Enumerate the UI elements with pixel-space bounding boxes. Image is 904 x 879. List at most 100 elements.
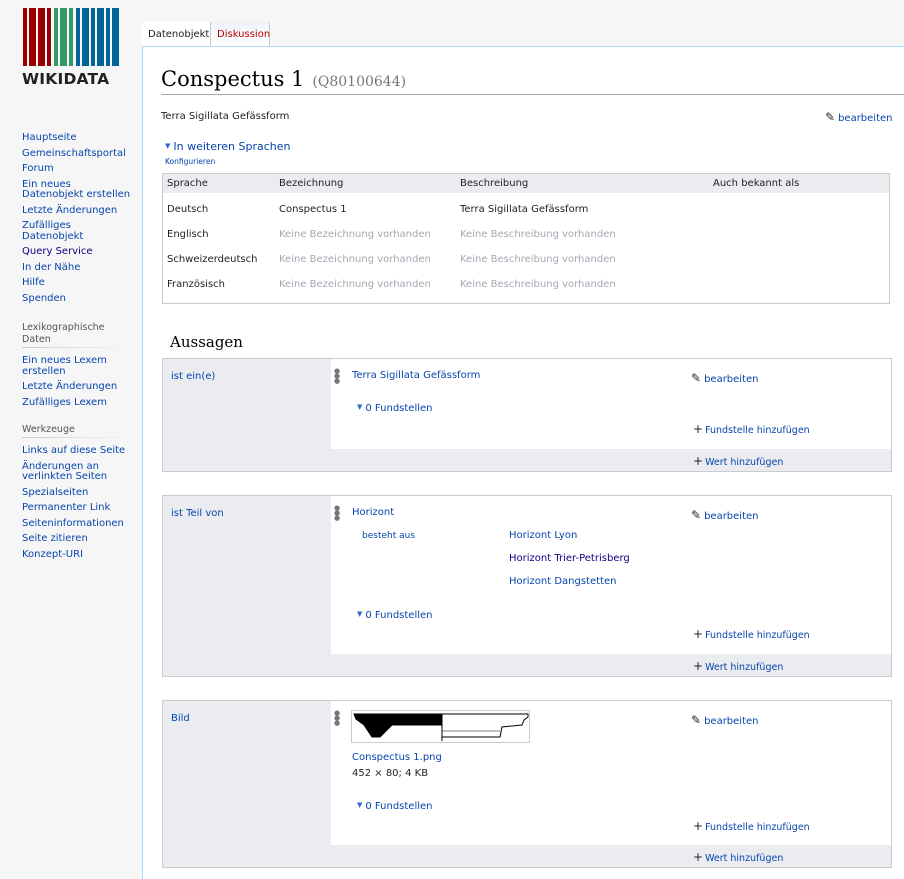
header-description: Beschreibung — [460, 178, 529, 189]
plus-icon: + — [693, 819, 704, 833]
logo-bar — [60, 8, 67, 66]
main-navigation: Hauptseite Gemeinschaftsportal Forum Ein… — [22, 132, 132, 309]
caret-down-icon: ▼ — [357, 801, 363, 809]
language-name: Französisch — [167, 279, 226, 290]
language-label: Keine Bezeichnung vorhanden — [279, 279, 431, 290]
property-instance-of[interactable]: ist ein(e) — [171, 371, 215, 382]
image-file-meta: 452 × 80; 4 KB — [352, 768, 429, 779]
nav-cite-page[interactable]: Seite zitieren — [22, 533, 132, 545]
rank-selector-icon[interactable]: ● ● ● — [333, 710, 341, 727]
wikidata-logo[interactable]: WIKIDATA — [22, 8, 120, 90]
nav-random-item[interactable]: Zufälliges Datenobjekt — [22, 220, 132, 242]
logo-bar — [38, 8, 45, 66]
sidebar: WIKIDATA Hauptseite Gemeinschaftsportal … — [0, 0, 142, 879]
language-description: Keine Beschreibung vorhanden — [460, 279, 616, 290]
image-thumbnail[interactable] — [351, 710, 530, 743]
edit-statement-button[interactable]: ✎ bearbeiten — [691, 371, 759, 385]
nav-query-service[interactable]: Query Service — [22, 246, 132, 258]
add-value-button[interactable]: + Wert hinzufügen — [693, 454, 783, 468]
nav-related-changes[interactable]: Änderungen an verlinkten Seiten — [22, 461, 132, 483]
nav-community-portal[interactable]: Gemeinschaftsportal — [22, 148, 132, 160]
references-toggle[interactable]: ▼ 0 Fundstellen — [357, 610, 433, 621]
vessel-profile-drawing — [353, 713, 529, 741]
language-name: Englisch — [167, 229, 209, 240]
qualifier-value[interactable]: Horizont Lyon — [509, 530, 577, 541]
nav-permanent-link[interactable]: Permanenter Link — [22, 502, 132, 514]
logo-bar — [91, 8, 95, 66]
references-label: 0 Fundstellen — [365, 610, 433, 621]
rank-selector-icon[interactable]: ● ● ● — [333, 368, 341, 385]
statement-value[interactable]: Terra Sigillata Gefässform — [352, 370, 480, 381]
rank-selector-icon[interactable]: ● ● ● — [333, 505, 341, 522]
caret-down-icon: ▼ — [165, 142, 171, 150]
language-label: Keine Bezeichnung vorhanden — [279, 229, 431, 240]
qualifier-value[interactable]: Horizont Trier-Petrisberg — [509, 553, 630, 564]
logo-bar — [54, 8, 58, 66]
pencil-icon: ✎ — [825, 110, 836, 124]
logo-wordmark: WIKIDATA — [22, 70, 110, 88]
property-image[interactable]: Bild — [171, 713, 190, 724]
add-reference-button[interactable]: + Fundstelle hinzufügen — [693, 422, 810, 436]
edit-label: bearbeiten — [704, 716, 759, 727]
header-aliases: Auch bekannt als — [713, 178, 800, 189]
language-description: Keine Beschreibung vorhanden — [460, 254, 616, 265]
nav-random-lexeme[interactable]: Zufälliges Lexem — [22, 397, 132, 409]
caret-down-icon: ▼ — [357, 403, 363, 411]
add-value-label: Wert hinzufügen — [705, 853, 784, 864]
statement-instance-of: ist ein(e) ● ● ● Terra Sigillata Gefässfor… — [162, 358, 892, 472]
statement-body: ● ● ● Terra Sigillata Gefässform ✎ bearbeit… — [331, 359, 891, 449]
nav-create-item[interactable]: Ein neues Datenobjekt erstellen — [22, 179, 132, 201]
nav-page-information[interactable]: Seiteninformationen — [22, 518, 132, 530]
language-name: Deutsch — [167, 204, 209, 215]
add-reference-label: Fundstelle hinzufügen — [705, 425, 810, 436]
references-label: 0 Fundstellen — [365, 403, 433, 414]
nav-forum[interactable]: Forum — [22, 163, 132, 175]
references-toggle[interactable]: ▼ 0 Fundstellen — [357, 801, 433, 812]
edit-label: bearbeiten — [704, 374, 759, 385]
nav-what-links-here[interactable]: Links auf diese Seite — [22, 445, 132, 457]
nav-main-page[interactable]: Hauptseite — [22, 132, 132, 144]
tools-navigation: Werkzeuge Links auf diese Seite Änderung… — [22, 424, 132, 565]
image-file-link[interactable]: Conspectus 1.png — [352, 752, 442, 763]
property-part-of[interactable]: ist Teil von — [171, 508, 224, 519]
logo-bar — [76, 8, 80, 66]
qualifier-property[interactable]: besteht aus — [362, 531, 415, 541]
edit-statement-button[interactable]: ✎ bearbeiten — [691, 713, 759, 727]
statement-image: Bild ● ● ● Conspectus 1.png 452 × 80; 4 KB… — [162, 700, 892, 868]
edit-label: bearbeiten — [704, 511, 759, 522]
other-languages-toggle[interactable]: ▼ In weiteren Sprachen — [165, 140, 291, 153]
references-toggle[interactable]: ▼ 0 Fundstellen — [357, 403, 433, 414]
edit-header-button[interactable]: ✎ bearbeiten — [825, 110, 893, 124]
nav-lexeme-recent-changes[interactable]: Letzte Änderungen — [22, 381, 132, 393]
tools-heading: Werkzeuge — [22, 424, 132, 438]
edit-statement-button[interactable]: ✎ bearbeiten — [691, 508, 759, 522]
tab-discussion[interactable]: Diskussion — [211, 22, 270, 46]
logo-bar — [82, 8, 89, 66]
language-label: Keine Bezeichnung vorhanden — [279, 254, 431, 265]
references-label: 0 Fundstellen — [365, 801, 433, 812]
statement-value[interactable]: Horizont — [352, 507, 394, 518]
add-value-button[interactable]: + Wert hinzufügen — [693, 850, 783, 864]
tab-item[interactable]: Datenobjekt — [142, 22, 211, 46]
caret-down-icon: ▼ — [357, 610, 363, 618]
nav-nearby[interactable]: In der Nähe — [22, 262, 132, 274]
lexeme-navigation: Lexikographische Daten Ein neues Lexem e… — [22, 322, 132, 413]
add-value-button[interactable]: + Wert hinzufügen — [693, 659, 783, 673]
logo-bar — [29, 8, 36, 66]
configure-languages-link[interactable]: Konfigurieren — [165, 157, 215, 166]
nav-special-pages[interactable]: Spezialseiten — [22, 487, 132, 499]
edit-label: bearbeiten — [838, 113, 893, 124]
header-language: Sprache — [167, 178, 208, 189]
plus-icon: + — [693, 850, 704, 864]
nav-help[interactable]: Hilfe — [22, 277, 132, 289]
add-reference-button[interactable]: + Fundstelle hinzufügen — [693, 819, 810, 833]
logo-bar — [23, 8, 27, 66]
nav-concept-uri[interactable]: Konzept-URI — [22, 549, 132, 561]
item-id: (Q80100644) — [312, 74, 407, 90]
add-reference-button[interactable]: + Fundstelle hinzufügen — [693, 627, 810, 641]
qualifier-value[interactable]: Horizont Dangstetten — [509, 576, 616, 587]
logo-bar — [97, 8, 104, 66]
nav-donate[interactable]: Spenden — [22, 293, 132, 305]
nav-recent-changes[interactable]: Letzte Änderungen — [22, 205, 132, 217]
nav-create-lexeme[interactable]: Ein neues Lexem erstellen — [22, 355, 132, 377]
